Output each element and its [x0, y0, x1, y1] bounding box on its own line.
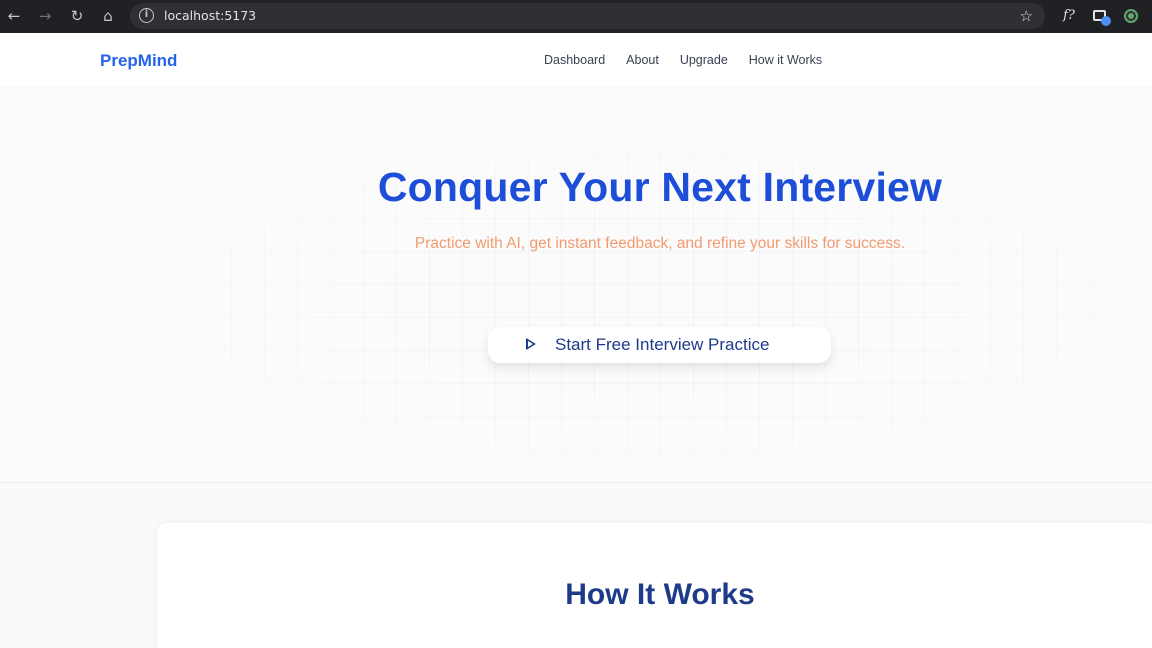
browser-toolbar: ← → ↻ ⌂ i localhost:5173 ☆ f?: [0, 0, 1152, 33]
bookmark-star-icon[interactable]: ☆: [1020, 3, 1033, 29]
site-header: PrepMind Dashboard About Upgrade How it …: [0, 33, 1152, 86]
back-icon[interactable]: ←: [3, 5, 25, 27]
site-info-icon[interactable]: i: [139, 8, 154, 23]
nav-link-about[interactable]: About: [626, 53, 659, 67]
hero-section: Conquer Your Next Interview Practice wit…: [0, 86, 1152, 482]
nav-link-upgrade[interactable]: Upgrade: [680, 53, 728, 67]
nav-link-dashboard[interactable]: Dashboard: [544, 53, 605, 67]
how-it-works-section: How It Works: [0, 483, 1152, 648]
forward-icon[interactable]: →: [34, 5, 56, 27]
home-icon[interactable]: ⌂: [97, 5, 119, 27]
hero-grid-fade: [0, 86, 1152, 482]
logo[interactable]: PrepMind: [100, 33, 177, 88]
window-extension-icon[interactable]: [1090, 5, 1112, 27]
address-bar[interactable]: i localhost:5173 ☆: [130, 3, 1045, 29]
start-practice-button[interactable]: Start Free Interview Practice: [488, 327, 831, 363]
hero-title: Conquer Your Next Interview: [377, 164, 943, 210]
function-extension-icon[interactable]: f?: [1058, 5, 1080, 27]
play-icon: [526, 338, 536, 350]
how-it-works-title: How It Works: [565, 578, 755, 611]
main-nav: Dashboard About Upgrade How it Works: [544, 33, 822, 86]
reload-icon[interactable]: ↻: [66, 5, 88, 27]
hero-subtitle: Practice with AI, get instant feedback, …: [414, 235, 906, 252]
start-practice-label: Start Free Interview Practice: [555, 335, 770, 354]
green-extension-icon[interactable]: [1120, 5, 1142, 27]
url-text[interactable]: localhost:5173: [164, 3, 256, 29]
nav-link-how-it-works[interactable]: How it Works: [749, 53, 822, 67]
